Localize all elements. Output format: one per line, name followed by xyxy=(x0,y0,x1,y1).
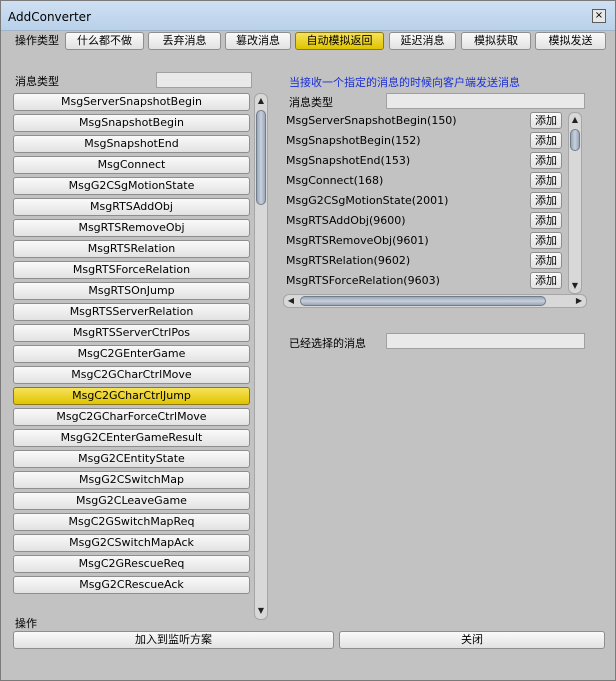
selected-message-label: 已经选择的消息 xyxy=(289,337,366,350)
add-button[interactable]: 添加 xyxy=(530,192,562,209)
message-type-item[interactable]: MsgC2GRescueReq xyxy=(13,555,250,573)
message-type-item[interactable]: MsgG2CSwitchMapAck xyxy=(13,534,250,552)
left-type-label: 消息类型 xyxy=(15,75,59,88)
op-type-button[interactable]: 延迟消息 xyxy=(389,32,456,50)
window-title: AddConverter xyxy=(8,10,91,24)
add-button[interactable]: 添加 xyxy=(530,112,562,129)
close-icon[interactable]: × xyxy=(592,9,606,23)
add-button[interactable]: 添加 xyxy=(530,212,562,229)
left-list-scroll-thumb[interactable] xyxy=(256,110,266,205)
message-type-item[interactable]: MsgSnapshotBegin xyxy=(13,114,250,132)
message-type-item[interactable]: MsgServerSnapshotBegin xyxy=(13,93,250,111)
right-list-hscroll-thumb[interactable] xyxy=(300,296,546,306)
right-type-label: 消息类型 xyxy=(289,96,333,109)
op-type-button[interactable]: 什么都不做 xyxy=(65,32,144,50)
add-button[interactable]: 添加 xyxy=(530,232,562,249)
message-add-list: MsgServerSnapshotBegin(150) 添加 MsgSnapshot… xyxy=(281,112,587,294)
add-button[interactable]: 添加 xyxy=(530,252,562,269)
op-type-button[interactable]: 篡改消息 xyxy=(225,32,291,50)
message-add-name: MsgG2CSgMotionState(2001) xyxy=(286,194,449,207)
scroll-left-arrow-icon[interactable]: ◀ xyxy=(285,296,297,305)
left-type-filter-input[interactable] xyxy=(156,72,252,88)
message-type-item[interactable]: MsgG2CLeaveGame xyxy=(13,492,250,510)
selected-message-field[interactable] xyxy=(386,333,585,349)
scroll-right-arrow-icon[interactable]: ▶ xyxy=(573,296,585,305)
message-add-name: MsgRTSAddObj(9600) xyxy=(286,214,406,227)
scroll-down-arrow-icon[interactable]: ▼ xyxy=(569,281,581,290)
scroll-down-arrow-icon[interactable]: ▼ xyxy=(255,606,267,615)
op-type-button[interactable]: 自动模拟返回 xyxy=(295,32,384,50)
message-type-item[interactable]: MsgRTSForceRelation xyxy=(13,261,250,279)
message-type-item[interactable]: MsgC2GSwitchMapReq xyxy=(13,513,250,531)
add-converter-window: AddConverter × 操作类型 什么都不做 丢弃消息 篡改消息 自动模拟返回延… xyxy=(0,0,616,681)
message-type-item[interactable]: MsgSnapshotEnd xyxy=(13,135,250,153)
add-button[interactable]: 添加 xyxy=(530,272,562,289)
left-list-scrollbar[interactable]: ▲ ▼ xyxy=(254,93,268,620)
message-type-item[interactable]: MsgRTSAddObj xyxy=(13,198,250,216)
message-type-item[interactable]: MsgRTSServerCtrlPos xyxy=(13,324,250,342)
message-add-name: MsgSnapshotEnd(153) xyxy=(286,154,411,167)
message-add-name: MsgRTSRelation(9602) xyxy=(286,254,411,267)
right-hint-text: 当接收一个指定的消息的时候向客户端发送消息 xyxy=(289,76,520,89)
message-type-item[interactable]: MsgRTSOnJump xyxy=(13,282,250,300)
op-type-button[interactable]: 模拟发送 xyxy=(535,32,606,50)
op-type-button[interactable]: 模拟获取 xyxy=(461,32,531,50)
scroll-up-arrow-icon[interactable]: ▲ xyxy=(255,96,267,105)
add-button[interactable]: 添加 xyxy=(530,172,562,189)
message-type-item[interactable]: MsgG2CRescueAck xyxy=(13,576,250,594)
message-type-item[interactable]: MsgC2GCharCtrlJump xyxy=(13,387,250,405)
scroll-up-arrow-icon[interactable]: ▲ xyxy=(569,115,581,124)
right-type-input[interactable] xyxy=(386,93,585,109)
message-type-item[interactable]: MsgC2GCharCtrlMove xyxy=(13,366,250,384)
message-add-name: MsgRTSForceRelation(9603) xyxy=(286,274,440,287)
message-type-item[interactable]: MsgG2CSgMotionState xyxy=(13,177,250,195)
right-list-scrollbar[interactable]: ▲ ▼ xyxy=(568,112,582,294)
window-content: 操作类型 什么都不做 丢弃消息 篡改消息 自动模拟返回 延迟消息 模拟获取 模拟发送 消息类… xyxy=(5,31,611,674)
message-type-item[interactable]: MsgRTSServerRelation xyxy=(13,303,250,321)
op-type-button[interactable]: 丢弃消息 xyxy=(148,32,221,50)
message-type-item[interactable]: MsgRTSRelation xyxy=(13,240,250,258)
add-button[interactable]: 添加 xyxy=(530,132,562,149)
message-type-item[interactable]: MsgRTSRemoveObj xyxy=(13,219,250,237)
message-type-item[interactable]: MsgG2CEnterGameResult xyxy=(13,429,250,447)
message-add-name: MsgConnect(168) xyxy=(286,174,384,187)
message-type-item[interactable]: MsgG2CEntityState xyxy=(13,450,250,468)
close-button[interactable]: 关闭 xyxy=(339,631,605,649)
right-list-hscrollbar[interactable]: ◀ ▶ xyxy=(283,294,587,308)
add-button[interactable]: 添加 xyxy=(530,152,562,169)
message-type-item[interactable]: MsgG2CSwitchMap xyxy=(13,471,250,489)
footer-op-label: 操作 xyxy=(15,617,37,630)
add-to-plan-button[interactable]: 加入到监听方案 xyxy=(13,631,334,649)
message-type-item[interactable]: MsgConnect xyxy=(13,156,250,174)
right-list-scroll-thumb[interactable] xyxy=(570,129,580,151)
message-add-name: MsgServerSnapshotBegin(150) xyxy=(286,114,457,127)
message-type-item[interactable]: MsgC2GCharForceCtrlMove xyxy=(13,408,250,426)
message-type-item[interactable]: MsgC2GEnterGame xyxy=(13,345,250,363)
message-type-list: MsgServerSnapshotBegin MsgSnapshotBegin Ms… xyxy=(13,93,271,620)
op-type-label: 操作类型 xyxy=(15,34,59,47)
message-add-name: MsgSnapshotBegin(152) xyxy=(286,134,421,147)
message-add-name: MsgRTSRemoveObj(9601) xyxy=(286,234,429,247)
title-bar: AddConverter × xyxy=(1,1,615,31)
